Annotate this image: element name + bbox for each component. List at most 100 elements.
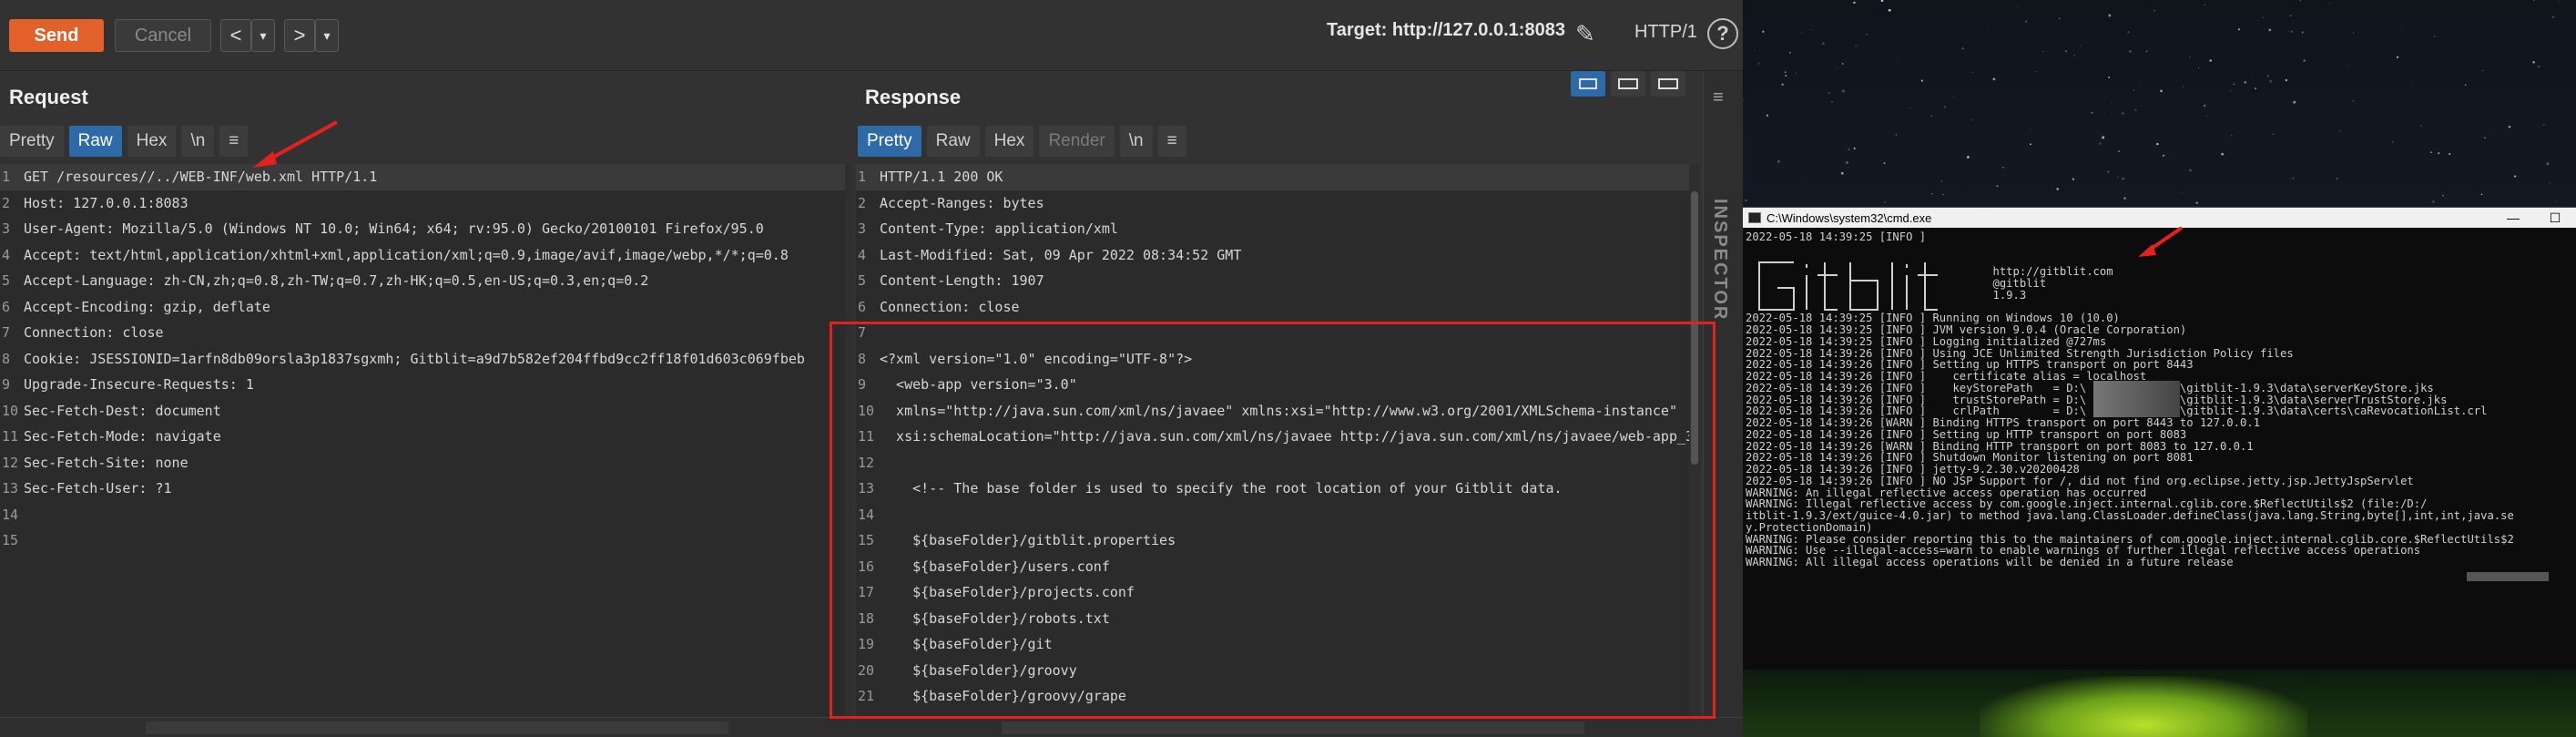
code-line[interactable]: 4 Last-Modified: Sat, 09 Apr 2022 08:34:5… — [856, 242, 1689, 269]
line-text: Sec-Fetch-Site: none — [24, 454, 188, 471]
code-line[interactable]: 7 Connection: close — [0, 320, 845, 346]
code-line[interactable]: 4 Accept: text/html,application/xhtml+xml… — [0, 242, 845, 269]
code-line[interactable]: 10 Sec-Fetch-Dest: document — [0, 398, 845, 425]
code-line[interactable]: 8 Cookie: JSESSIONID=1arfn8db09orsla3p183… — [0, 346, 845, 373]
code-line[interactable]: 5 Accept-Language: zh-CN,zh;q=0.8,zh-TW;q… — [0, 268, 845, 294]
code-line[interactable]: 6 Accept-Encoding: gzip, deflate — [0, 294, 845, 321]
star — [2420, 125, 2423, 128]
code-line[interactable]: 1 GET /resources//../WEB-INF/web.xml HTTP… — [0, 164, 845, 190]
code-line[interactable]: 14 — [856, 502, 1689, 528]
line-text: Connection: close — [24, 324, 164, 341]
star — [2112, 112, 2113, 113]
history-forward-dropdown-icon[interactable]: ▾ — [315, 19, 339, 52]
code-line[interactable]: 6 Connection: close — [856, 294, 1689, 321]
split-vertical-icon[interactable] — [1611, 71, 1645, 97]
star — [2484, 137, 2486, 138]
cmd-line: itblit-1.9.3/ext/guice-4.0.jar) to metho… — [1746, 509, 2514, 522]
edit-target-pencil-icon[interactable]: ✎ — [1575, 20, 1595, 48]
code-line[interactable]: 21 ${baseFolder}/groovy/grape — [856, 683, 1689, 710]
maximize-icon[interactable]: ☐ — [2534, 208, 2576, 228]
code-line[interactable]: 15 — [0, 527, 845, 554]
code-line[interactable]: 19 ${baseFolder}/git — [856, 631, 1689, 658]
code-line[interactable]: 9 <web-app version="3.0" — [856, 372, 1689, 398]
response-tab-raw[interactable]: Raw — [926, 126, 980, 157]
star — [2329, 2, 2331, 4]
request-tab-newline[interactable]: \n — [181, 126, 215, 157]
response-tab-render[interactable]: Render — [1039, 126, 1115, 157]
line-number: 2 — [858, 194, 867, 211]
code-line[interactable]: 17 ${baseFolder}/projects.conf — [856, 579, 1689, 606]
star — [2230, 89, 2232, 91]
help-icon[interactable]: ? — [1707, 18, 1738, 49]
code-line[interactable]: 13 <!-- The base folder is used to speci… — [856, 476, 1689, 502]
star — [1942, 193, 1944, 196]
code-line[interactable]: 2 Accept-Ranges: bytes — [856, 190, 1689, 217]
star — [2042, 50, 2044, 52]
star — [2079, 45, 2082, 46]
response-tab-hex[interactable]: Hex — [984, 126, 1034, 157]
line-number: 1 — [2, 169, 11, 185]
code-line[interactable]: 8 <?xml version="1.0" encoding="UTF-8"?> — [856, 346, 1689, 373]
request-editor[interactable]: 1 GET /resources//../WEB-INF/web.xml HTTP… — [0, 164, 845, 717]
code-line[interactable]: 12 Sec-Fetch-Site: none — [0, 450, 845, 476]
inspector-label[interactable]: INSPECTOR — [1709, 199, 1730, 321]
inspector-menu-icon[interactable]: ≡ — [1713, 87, 1724, 108]
split-horizontal-icon[interactable] — [1571, 71, 1605, 97]
single-pane-icon[interactable] — [1651, 71, 1685, 97]
star — [2029, 143, 2031, 146]
code-line[interactable]: 9 Upgrade-Insecure-Requests: 1 — [0, 372, 845, 398]
star — [1846, 161, 1848, 164]
cancel-button[interactable]: Cancel — [115, 19, 211, 52]
inspector-sidebar[interactable]: ≡ INSPECTOR — [1703, 71, 1743, 737]
response-editor[interactable]: 1 HTTP/1.1 200 OK 2 Accept-Ranges: bytes 3 Co… — [856, 164, 1689, 717]
code-line[interactable]: 11 Sec-Fetch-Mode: navigate — [0, 424, 845, 450]
code-line[interactable]: 15 ${baseFolder}/gitblit.properties — [856, 527, 1689, 554]
line-number: 12 — [2, 454, 19, 471]
response-scrollbar[interactable] — [1689, 164, 1700, 717]
code-line[interactable]: 2 Host: 127.0.0.1:8083 — [0, 190, 845, 217]
code-line[interactable]: 11 xsi:schemaLocation="http://java.sun.c… — [856, 424, 1689, 450]
send-button[interactable]: Send — [9, 19, 104, 52]
star — [2122, 178, 2124, 180]
star — [2099, 142, 2102, 145]
code-line[interactable]: 5 Content-Length: 1907 — [856, 268, 1689, 294]
http-version-label[interactable]: HTTP/1 — [1634, 22, 1697, 43]
pane-divider[interactable] — [845, 164, 852, 717]
code-line[interactable]: 20 ${baseFolder}/groovy — [856, 658, 1689, 684]
star — [2293, 100, 2296, 104]
minimize-icon[interactable]: — — [2492, 208, 2534, 228]
code-line[interactable]: 3 Content-Type: application/xml — [856, 216, 1689, 242]
star — [2112, 103, 2113, 105]
star — [2182, 192, 2184, 194]
code-line[interactable]: 14 — [0, 502, 845, 528]
code-line[interactable]: 12 — [856, 450, 1689, 476]
history-forward-button[interactable]: > — [284, 19, 315, 52]
code-line[interactable]: 16 ${baseFolder}/users.conf — [856, 554, 1689, 580]
star — [2073, 54, 2076, 56]
code-line[interactable]: 13 Sec-Fetch-User: ?1 — [0, 476, 845, 502]
request-tab-pretty[interactable]: Pretty — [0, 126, 64, 157]
code-line[interactable]: 7 — [856, 320, 1689, 346]
scroll-thumb[interactable] — [1691, 191, 1698, 465]
response-tab-newline[interactable]: \n — [1119, 126, 1153, 157]
line-number: 18 — [858, 609, 875, 627]
request-search-input[interactable] — [146, 722, 728, 734]
star — [1853, 1, 1856, 5]
line-number: 7 — [858, 324, 867, 341]
request-menu-icon[interactable]: ≡ — [219, 126, 249, 157]
code-line[interactable]: 18 ${baseFolder}/robots.txt — [856, 606, 1689, 632]
response-tab-pretty[interactable]: Pretty — [858, 126, 921, 157]
code-line[interactable]: 10 xmlns="http://java.sun.com/xml/ns/jav… — [856, 398, 1689, 425]
star — [2244, 81, 2246, 84]
request-tab-raw[interactable]: Raw — [68, 126, 122, 157]
line-number: 8 — [2, 350, 11, 367]
response-menu-icon[interactable]: ≡ — [1157, 126, 1186, 157]
cmd-window[interactable]: C:\Windows\system32\cmd.exe — ☐ 2022-05-… — [1743, 207, 2576, 670]
code-line[interactable]: 1 HTTP/1.1 200 OK — [856, 164, 1689, 190]
line-text: User-Agent: Mozilla/5.0 (Windows NT 10.0… — [24, 220, 764, 237]
history-back-dropdown-icon[interactable]: ▾ — [251, 19, 275, 52]
history-back-button[interactable]: < — [220, 19, 251, 52]
request-tab-hex[interactable]: Hex — [127, 126, 177, 157]
code-line[interactable]: 3 User-Agent: Mozilla/5.0 (Windows NT 10.… — [0, 216, 845, 242]
response-search-input[interactable] — [1002, 722, 1584, 734]
